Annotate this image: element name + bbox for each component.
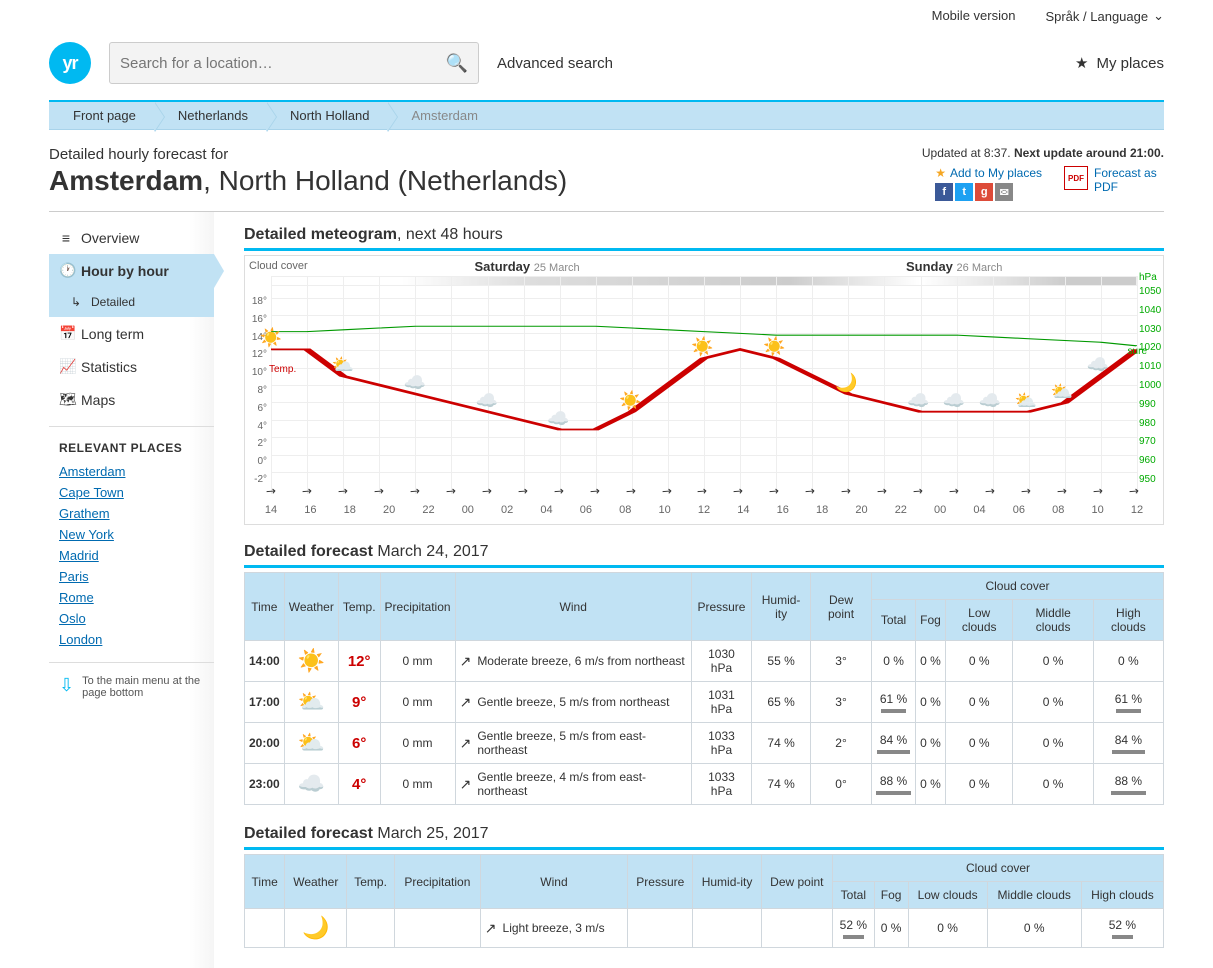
relevant-place-link[interactable]: New York (59, 524, 204, 545)
weather-icon: ☀️ (260, 328, 282, 349)
nav-detailed[interactable]: ↳Detailed (49, 287, 214, 317)
sidebar: ≡Overview 🕐Hour by hour ↳Detailed 📅Long … (49, 212, 214, 968)
search-icon[interactable]: 🔍 (446, 53, 468, 74)
table-row: 17:00 ⛅ 9° 0 mm ↗Gentle breeze, 5 m/s fr… (245, 682, 1164, 723)
return-icon: ↳ (69, 295, 83, 309)
map-icon: 🗺 (59, 391, 73, 408)
table-row: 🌙 ↗Light breeze, 3 m/s 52 % 0 %0 %0 % 52… (245, 909, 1164, 948)
page-title: Amsterdam, North Holland (Netherlands) (49, 165, 567, 197)
weather-icon: ⛅ (298, 730, 325, 755)
meteogram-header: Detailed meteogram, next 48 hours (244, 226, 1164, 251)
chevron-down-icon: ⌄ (1153, 8, 1164, 24)
yr-logo[interactable]: yr (49, 42, 91, 84)
forecast-header: Detailed forecast March 24, 2017 (244, 543, 1164, 568)
nav-longterm[interactable]: 📅Long term (49, 317, 214, 350)
day-label: Saturday 25 March (475, 259, 580, 274)
weather-icon: ☀️ (619, 391, 641, 412)
weather-icon: ☁️ (907, 391, 929, 412)
relevant-place-link[interactable]: Grathem (59, 503, 204, 524)
weather-icon: 🌙 (302, 915, 329, 940)
temp-axis: 18°16°14°12°10°8°6°4°2°0°-2° (247, 296, 269, 474)
weather-icon: ☀️ (298, 648, 325, 673)
language-select[interactable]: Språk / Language ⌄ (1045, 8, 1164, 24)
crumb-country[interactable]: Netherlands (154, 102, 266, 129)
weather-icon: ☀️ (763, 337, 785, 358)
relevant-place-link[interactable]: Cape Town (59, 482, 204, 503)
clock-icon: 🕐 (59, 262, 73, 279)
to-bottom-link[interactable]: ⇩ To the main menu at the page bottom (49, 662, 214, 711)
relevant-places-header: RELEVANT PLACES (49, 426, 214, 461)
star-icon: ★ (935, 166, 946, 180)
facebook-icon[interactable]: f (935, 183, 953, 201)
weather-icon: ☁️ (1087, 355, 1109, 376)
weather-icon: ⛅ (1015, 391, 1037, 412)
relevant-place-link[interactable]: Oslo (59, 608, 204, 629)
temp-label: Temp. (269, 364, 296, 375)
relevant-place-link[interactable]: Rome (59, 587, 204, 608)
weather-icon: ☁️ (979, 391, 1001, 412)
search-box: 🔍 (109, 42, 479, 84)
pressure-axis: hPa1050104010301020101010009909809709609… (1137, 286, 1161, 474)
weather-icon: ☁️ (298, 771, 325, 796)
google-icon[interactable]: g (975, 183, 993, 201)
weather-icon: ⛅ (298, 689, 325, 714)
wind-arrow-icon: ↗ (460, 776, 472, 793)
weather-icon: ☁️ (547, 409, 569, 430)
meteogram-chart: Cloud cover Saturday 25 March Sunday 26 Ma… (244, 255, 1164, 525)
weather-icon: ⛅ (332, 355, 354, 376)
list-icon: ≡ (59, 230, 73, 246)
relevant-place-link[interactable]: Paris (59, 566, 204, 587)
nav-maps[interactable]: 🗺Maps (49, 383, 214, 416)
twitter-icon[interactable]: t (955, 183, 973, 201)
relevant-place-link[interactable]: Madrid (59, 545, 204, 566)
page-subtitle: Detailed hourly forecast for (49, 146, 567, 163)
weather-icon: ☁️ (943, 391, 965, 412)
nav-hourly[interactable]: 🕐Hour by hour (49, 254, 214, 287)
mail-icon[interactable]: ✉ (995, 183, 1013, 201)
pressure-label: sure (1128, 346, 1147, 357)
relevant-places-list: AmsterdamCape TownGrathemNew YorkMadridP… (49, 461, 214, 650)
table-row: 23:00 ☁️ 4° 0 mm ↗Gentle breeze, 4 m/s f… (245, 764, 1164, 805)
calendar-icon: 📅 (59, 325, 73, 342)
advanced-search-link[interactable]: Advanced search (497, 55, 613, 72)
relevant-place-link[interactable]: London (59, 629, 204, 650)
chart-icon: 📈 (59, 358, 73, 375)
search-input[interactable] (120, 55, 446, 72)
time-axis: 1416182022000204060810121416182022000406… (271, 504, 1137, 518)
forecast-table: TimeWeatherTemp. PrecipitationWindPressu… (244, 572, 1164, 805)
cloud-cover-label: Cloud cover (249, 260, 308, 272)
my-places-link[interactable]: ★ My places (1075, 54, 1164, 72)
pdf-icon: PDF (1064, 166, 1088, 190)
wind-arrow-icon: ↗ (460, 735, 472, 752)
weather-icon: ☀️ (691, 337, 713, 358)
crumb-front[interactable]: Front page (49, 102, 154, 129)
crumb-city: Amsterdam (387, 102, 495, 129)
wind-arrow-icon: ↗ (460, 653, 472, 670)
weather-icon: 🌙 (835, 373, 857, 394)
wind-arrow-icon: ↗ (460, 694, 472, 711)
forecast-pdf-link[interactable]: Forecast as PDF (1094, 166, 1164, 194)
weather-icon: ☁️ (476, 391, 498, 412)
crumb-region[interactable]: North Holland (266, 102, 388, 129)
weather-icon: ⛅ (1051, 382, 1073, 403)
wind-arrow-icon: ↗ (485, 920, 497, 937)
forecast-header: Detailed forecast March 25, 2017 (244, 825, 1164, 850)
share-icons: f t g ✉ (935, 183, 1013, 201)
forecast-table: TimeWeatherTemp. PrecipitationWindPressu… (244, 854, 1164, 948)
mobile-version-link[interactable]: Mobile version (932, 8, 1016, 24)
nav-statistics[interactable]: 📈Statistics (49, 350, 214, 383)
add-my-places-link[interactable]: ★ Add to My places (935, 166, 1042, 180)
table-row: 20:00 ⛅ 6° 0 mm ↗Gentle breeze, 5 m/s fr… (245, 723, 1164, 764)
table-row: 14:00 ☀️ 12° 0 mm ↗Moderate breeze, 6 m/… (245, 641, 1164, 682)
day-label: Sunday 26 March (906, 259, 1002, 274)
relevant-place-link[interactable]: Amsterdam (59, 461, 204, 482)
update-info: Updated at 8:37. Next update around 21:0… (922, 146, 1164, 160)
weather-icon: ☁️ (404, 373, 426, 394)
star-icon: ★ (1075, 54, 1088, 72)
nav-overview[interactable]: ≡Overview (49, 222, 214, 254)
arrow-down-icon: ⇩ (59, 675, 74, 699)
breadcrumb: Front page Netherlands North Holland Ams… (49, 100, 1164, 130)
